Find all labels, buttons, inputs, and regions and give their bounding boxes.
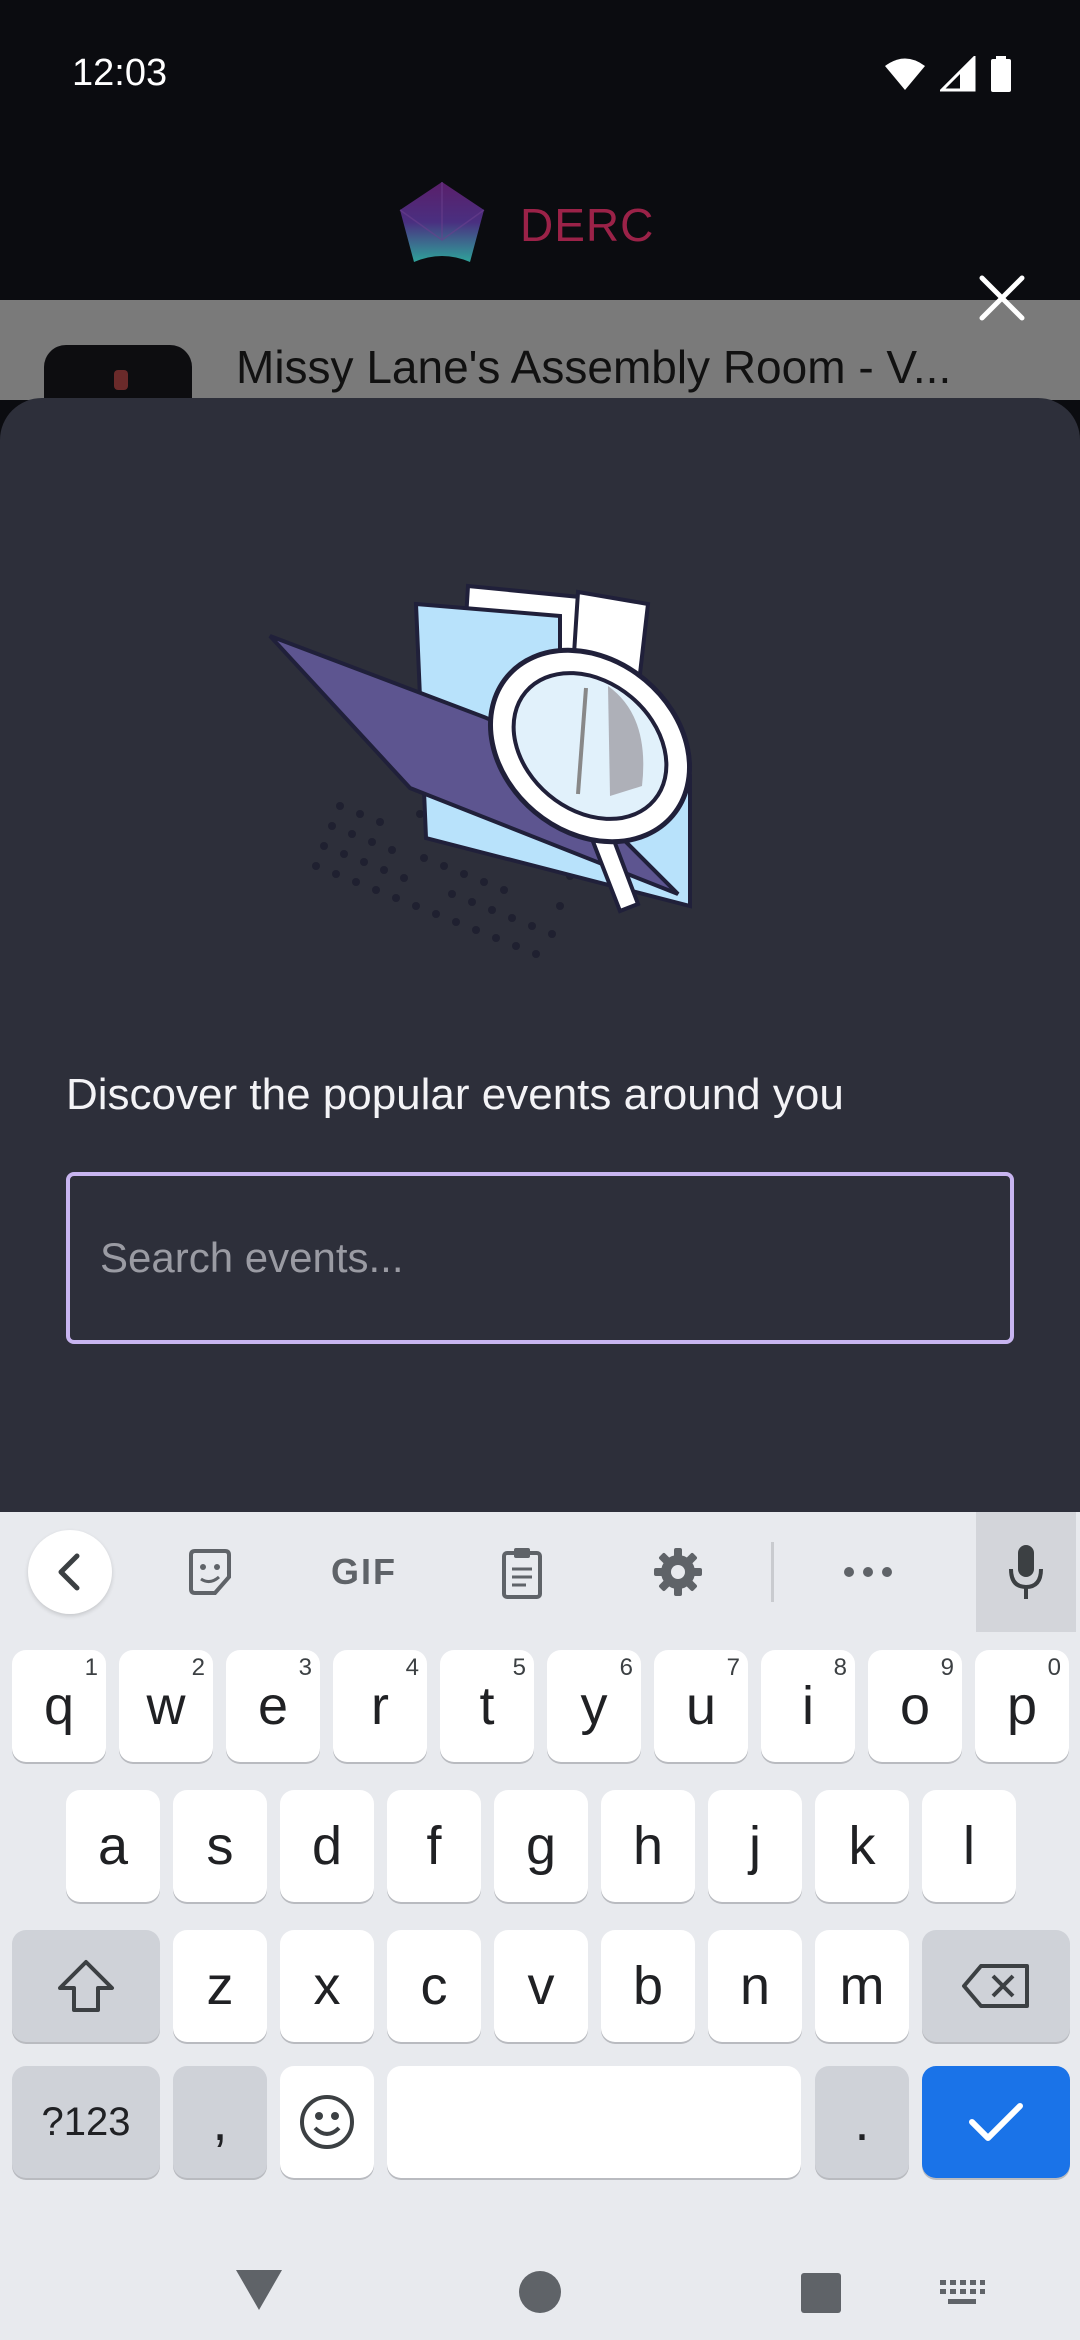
app-header: DERC: [0, 150, 1080, 300]
battery-icon: [991, 56, 1011, 92]
clipboard-icon[interactable]: [480, 1532, 564, 1612]
derc-logo-icon: [399, 182, 485, 262]
key-t[interactable]: t5: [440, 1650, 534, 1762]
key-x[interactable]: x: [280, 1930, 374, 2042]
search-box[interactable]: [66, 1172, 1014, 1344]
home-circle-icon[interactable]: [518, 2270, 562, 2314]
back-chevron-icon[interactable]: [28, 1530, 112, 1614]
backspace-key[interactable]: [922, 1930, 1070, 2042]
cell-signal-icon: [940, 56, 976, 92]
navigation-bar: [0, 2222, 1080, 2340]
space-key[interactable]: [387, 2066, 801, 2178]
keyboard-toolbar: GIF: [0, 1512, 1080, 1632]
done-key[interactable]: [922, 2066, 1070, 2178]
key-f[interactable]: f: [387, 1790, 481, 1902]
folder-search-illustration: [268, 583, 693, 958]
back-triangle-icon[interactable]: [234, 2268, 284, 2312]
key-m[interactable]: m: [815, 1930, 909, 2042]
soft-keyboard: GIF q 1 w 2 e 3 r 4 t 5 y 6 u 7 i 8 o 9 …: [0, 1512, 1080, 2340]
symbols-key[interactable]: ?123: [12, 2066, 160, 2178]
checkmark-icon: [969, 2103, 1023, 2141]
period-key[interactable]: .: [815, 2066, 909, 2178]
key-u[interactable]: u7: [654, 1650, 748, 1762]
sticker-icon[interactable]: [168, 1532, 252, 1612]
close-icon[interactable]: [976, 272, 1028, 324]
shift-arrow-icon: [58, 1960, 114, 2012]
status-bar: 12:03: [0, 0, 1080, 150]
status-time: 12:03: [72, 52, 168, 94]
sheet-headline: Discover the popular events around you: [66, 1070, 844, 1119]
key-g[interactable]: g: [494, 1790, 588, 1902]
recents-square-icon[interactable]: [800, 2272, 842, 2314]
gif-label: GIF: [331, 1551, 397, 1592]
backspace-icon: [962, 1964, 1029, 2008]
key-i[interactable]: i8: [761, 1650, 855, 1762]
search-input[interactable]: [70, 1176, 1010, 1340]
key-h[interactable]: h: [601, 1790, 695, 1902]
emoji-key[interactable]: [280, 2066, 374, 2178]
emoji-smiley-icon: [300, 2095, 354, 2149]
event-title: Missy Lane's Assembly Room - V...: [236, 341, 952, 393]
wifi-icon: [885, 58, 925, 90]
key-p[interactable]: p0: [975, 1650, 1069, 1762]
microphone-icon[interactable]: [976, 1512, 1076, 1632]
search-sheet: Discover the popular events around you: [0, 398, 1080, 1513]
gif-icon[interactable]: GIF: [316, 1532, 412, 1612]
key-r[interactable]: r4: [333, 1650, 427, 1762]
key-y[interactable]: y6: [547, 1650, 641, 1762]
status-icons: [884, 56, 1012, 92]
shift-key[interactable]: [12, 1930, 160, 2042]
toolbar-divider: [771, 1542, 774, 1602]
brand-name: DERC: [520, 199, 655, 251]
key-a[interactable]: a: [66, 1790, 160, 1902]
key-c[interactable]: c: [387, 1930, 481, 2042]
key-o[interactable]: o9: [868, 1650, 962, 1762]
key-q[interactable]: q1: [12, 1650, 106, 1762]
key-w[interactable]: w2: [119, 1650, 213, 1762]
key-j[interactable]: j: [708, 1790, 802, 1902]
key-d[interactable]: d: [280, 1790, 374, 1902]
key-s[interactable]: s: [173, 1790, 267, 1902]
comma-key[interactable]: ,: [173, 2066, 267, 2178]
key-l[interactable]: l: [922, 1790, 1016, 1902]
more-dots-icon[interactable]: [826, 1532, 910, 1612]
key-e[interactable]: e3: [226, 1650, 320, 1762]
settings-gear-icon[interactable]: [636, 1532, 720, 1612]
key-b[interactable]: b: [601, 1930, 695, 2042]
keyboard-switch-icon[interactable]: [938, 2278, 986, 2308]
key-z[interactable]: z: [173, 1930, 267, 2042]
key-v[interactable]: v: [494, 1930, 588, 2042]
key-n[interactable]: n: [708, 1930, 802, 2042]
event-thumbnail: [44, 345, 192, 400]
key-k[interactable]: k: [815, 1790, 909, 1902]
background-event-row: Missy Lane's Assembly Room - V...: [0, 300, 1080, 400]
